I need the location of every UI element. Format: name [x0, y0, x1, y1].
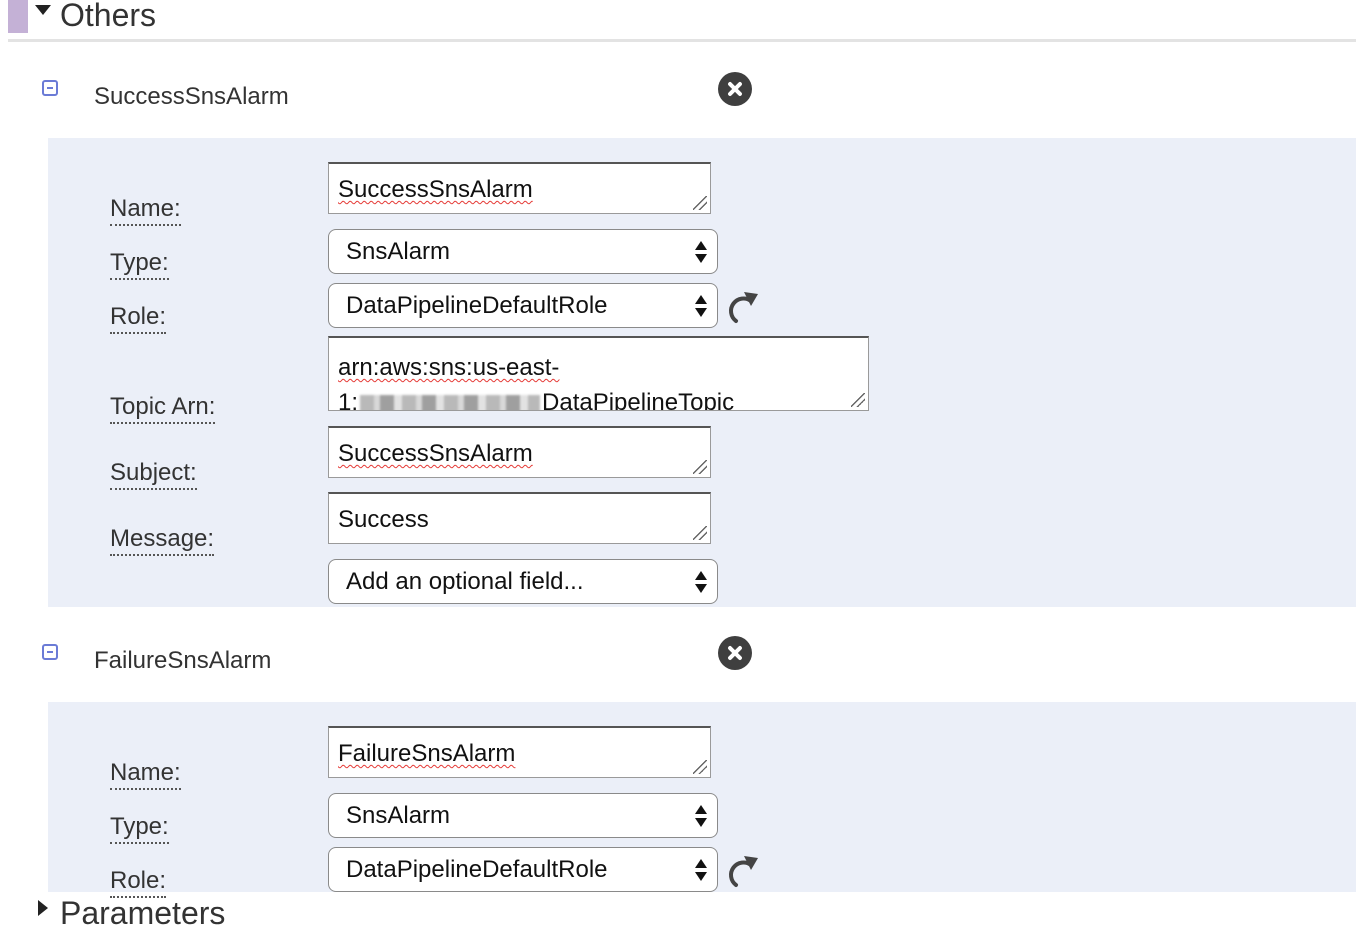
resize-grip-icon[interactable]: [693, 760, 707, 774]
role-select[interactable]: DataPipelineDefaultRole: [328, 283, 718, 328]
label-name: Name:: [110, 197, 181, 226]
section-divider: [8, 39, 1356, 42]
resize-grip-icon[interactable]: [693, 526, 707, 540]
name-field[interactable]: SuccessSnsAlarm: [328, 162, 711, 214]
role-select-value: DataPipelineDefaultRole: [346, 292, 608, 319]
role-select-value: DataPipelineDefaultRole: [346, 856, 608, 883]
resize-grip-icon[interactable]: [693, 196, 707, 210]
optional-field-select[interactable]: Add an optional field...: [328, 559, 718, 604]
label-topic-arn: Topic Arn:: [110, 395, 216, 424]
message-field[interactable]: Success: [328, 492, 711, 544]
triangle-right-icon[interactable]: [38, 900, 48, 916]
label-role: Role:: [110, 305, 167, 334]
label-subject: Subject:: [110, 461, 197, 490]
subject-field[interactable]: SuccessSnsAlarm: [328, 426, 711, 478]
triangle-down-icon[interactable]: [35, 5, 51, 15]
select-arrows-icon: [695, 571, 707, 593]
type-select-value: SnsAlarm: [346, 238, 451, 265]
type-select[interactable]: SnsAlarm: [328, 229, 718, 274]
close-circle-icon[interactable]: [718, 72, 752, 106]
select-arrows-icon: [695, 859, 707, 881]
type-select-value: SnsAlarm: [346, 802, 451, 829]
select-arrows-icon: [695, 805, 707, 827]
name-field-value: SuccessSnsAlarm: [338, 176, 533, 203]
label-message: Message:: [110, 527, 215, 556]
topic-arn-line2-suffix: DataPipelineTopic: [542, 389, 735, 411]
label-name: Name:: [110, 761, 181, 790]
next-section-title[interactable]: Parameters: [60, 897, 225, 929]
select-arrows-icon: [695, 295, 707, 317]
name-field[interactable]: FailureSnsAlarm: [328, 726, 711, 778]
minus-square-icon[interactable]: [42, 80, 58, 96]
label-type: Type:: [110, 815, 169, 844]
label-role: Role:: [110, 869, 167, 898]
select-arrows-icon: [695, 241, 707, 263]
subject-field-value: SuccessSnsAlarm: [338, 440, 533, 467]
label-type: Type:: [110, 251, 169, 280]
close-circle-icon[interactable]: [718, 636, 752, 670]
role-select[interactable]: DataPipelineDefaultRole: [328, 847, 718, 892]
object-title-success: SuccessSnsAlarm: [94, 83, 289, 110]
optional-field-select-value: Add an optional field...: [346, 568, 584, 595]
topic-arn-line2-prefix: 1:: [338, 389, 359, 411]
refresh-icon[interactable]: [724, 290, 760, 326]
name-field-value: FailureSnsAlarm: [338, 740, 516, 767]
section-title[interactable]: Others: [60, 0, 156, 31]
topic-arn-line2: 1: DataPipelineTopic: [338, 389, 735, 411]
topic-arn-field[interactable]: arn:aws:sns:us-east- 1: DataPipelineTopic: [328, 336, 869, 411]
minus-square-icon[interactable]: [42, 644, 58, 660]
refresh-icon[interactable]: [724, 854, 760, 890]
resize-grip-icon[interactable]: [693, 460, 707, 474]
object-title-failure: FailureSnsAlarm: [94, 647, 272, 674]
message-field-value: Success: [338, 506, 429, 533]
section-accent-bar: [8, 0, 28, 33]
resize-grip-icon[interactable]: [851, 393, 865, 407]
redacted-account-id: [360, 394, 541, 410]
topic-arn-line1: arn:aws:sns:us-east-: [338, 354, 560, 381]
type-select[interactable]: SnsAlarm: [328, 793, 718, 838]
